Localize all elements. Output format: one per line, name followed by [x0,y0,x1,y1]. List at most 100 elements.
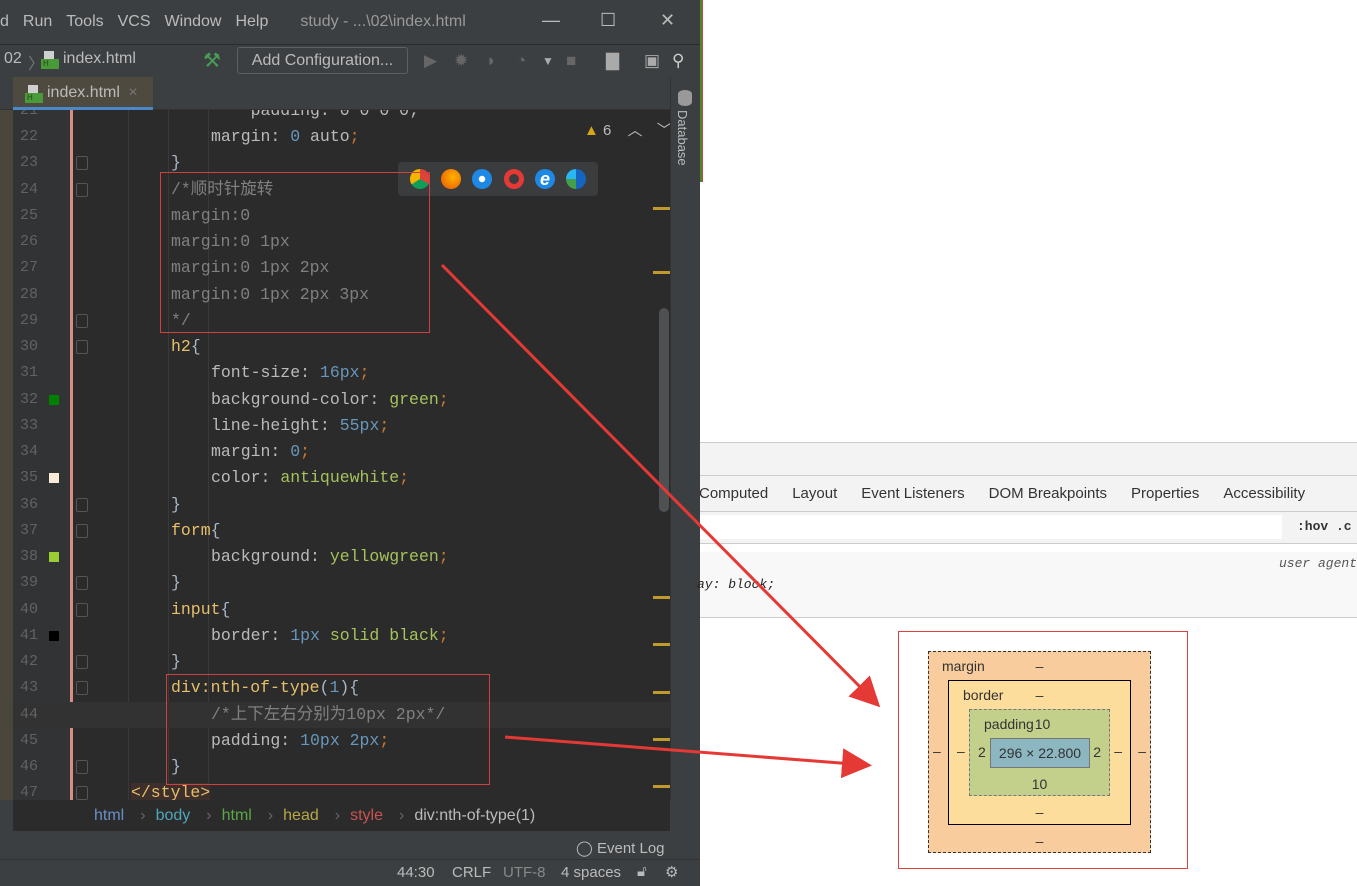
code-line[interactable]: 41 border: 1px solid black; [13,623,670,649]
menu-run[interactable]: Run [23,13,52,31]
event-log-button[interactable]: ◯ Event Log [576,839,665,857]
file-encoding[interactable]: UTF-8 [503,864,546,881]
code-line[interactable]: 36} [13,492,670,518]
code-line[interactable]: 37 form{ [13,518,670,544]
menu-item[interactable]: d [0,13,9,31]
code-line[interactable]: 31 font-size: 16px; [13,360,670,386]
padding-top[interactable]: 10 [970,716,1109,732]
border-top[interactable]: – [949,687,1130,703]
border-right[interactable]: – [1114,743,1122,759]
line-separator[interactable]: CRLF [452,864,491,881]
lock-icon[interactable]: 🔓︎ [637,863,647,880]
breadcrumb-item[interactable]: html [222,807,252,824]
profile-icon[interactable]: ◔ [516,51,526,71]
editor-scrollbar[interactable] [659,308,669,512]
breadcrumb-file[interactable]: index.html [63,50,136,68]
minimize-icon[interactable]: — [542,10,560,31]
fold-icon[interactable] [76,523,88,538]
devtools-tab[interactable]: DOM Breakpoints [989,485,1107,502]
fold-icon[interactable] [76,340,88,355]
warning-marker[interactable] [653,691,670,694]
stop-icon[interactable]: ■ [566,51,576,71]
devtools-tab[interactable]: Layout [792,485,837,502]
code-line[interactable]: 22 margin: 0 auto; [13,124,670,150]
code-line[interactable]: 30 h2{ [13,334,670,360]
devtools-tab[interactable]: Computed [699,485,768,502]
breadcrumb-item[interactable]: body [156,807,191,824]
warning-marker[interactable] [653,785,670,788]
chevron-up-icon[interactable]: ︿ [628,122,643,139]
menu-help[interactable]: Help [235,13,268,31]
fold-icon[interactable] [76,760,88,774]
breadcrumb-item[interactable]: head [283,807,319,824]
firefox-icon[interactable] [440,169,461,189]
add-configuration-button[interactable]: Add Configuration... [237,47,408,74]
padding-bottom[interactable]: 10 [970,776,1109,792]
fold-icon[interactable] [76,182,88,197]
fold-icon[interactable] [76,681,88,696]
code-line[interactable]: 21 padding: 0 0 0 0; [13,110,670,124]
breadcrumb-folder[interactable]: 02 [4,50,22,68]
margin-bottom[interactable]: – [929,833,1150,849]
inspection-widget[interactable]: ▲ 6 ︿ ﹀ [584,119,672,140]
ie-icon[interactable]: e [534,169,555,189]
warning-marker[interactable] [653,738,670,741]
edge-icon[interactable] [566,169,587,189]
color-swatch-icon[interactable] [49,394,59,405]
code-line[interactable]: 35 color: antiquewhite; [13,465,670,491]
margin-left[interactable]: – [933,743,941,759]
code-line[interactable]: 42} [13,649,670,675]
hov-button[interactable]: :hov .c [1297,519,1352,534]
devtools-tab[interactable]: Properties [1131,485,1199,502]
caret-position[interactable]: 44:30 [397,864,435,881]
fold-icon[interactable] [76,156,88,171]
margin-right[interactable]: – [1138,743,1146,759]
devtools-tab[interactable]: Event Listeners [861,485,964,502]
menu-window[interactable]: Window [165,13,222,31]
warning-marker[interactable] [653,271,670,274]
breadcrumb-item[interactable]: div:nth-of-type(1) [414,807,535,824]
padding-right[interactable]: 2 [1093,744,1101,760]
inspector-settings-icon[interactable]: ⚙ [665,863,678,881]
warning-marker[interactable] [653,643,670,646]
close-tab-icon[interactable]: × [128,84,137,101]
color-swatch-icon[interactable] [49,630,59,641]
border-left[interactable]: – [957,743,965,759]
maximize-icon[interactable]: ☐ [600,10,616,31]
opera-icon[interactable] [503,169,524,189]
fold-icon[interactable] [76,497,88,512]
fold-icon[interactable] [76,602,88,617]
fold-icon[interactable] [76,655,88,670]
rule-source[interactable]: user agent [1279,556,1357,571]
fold-icon[interactable] [76,786,88,800]
run-icon[interactable]: ▶ [424,51,437,71]
coverage-icon[interactable]: ◗ [486,51,496,71]
code-line[interactable]: 39} [13,570,670,596]
content-box[interactable]: 296 × 22.800 [990,738,1090,768]
code-line[interactable]: 32 background-color: green; [13,387,670,413]
project-structure-icon[interactable]: ▇ [606,51,619,71]
border-bottom[interactable]: – [949,804,1130,820]
indent-setting[interactable]: 4 spaces [561,864,621,881]
breadcrumb-item[interactable]: html [94,807,124,824]
devtools-tab[interactable]: Accessibility [1223,485,1305,502]
safari-icon[interactable] [472,169,493,189]
code-line[interactable]: 33 line-height: 55px; [13,413,670,439]
terminal-icon[interactable]: ▣ [644,51,660,71]
color-swatch-icon[interactable] [49,473,59,484]
build-hammer-icon[interactable]: ⚒ [203,48,221,73]
padding-left[interactable]: 2 [978,744,986,760]
code-line[interactable]: 38 background: yellowgreen; [13,544,670,570]
breadcrumb-item[interactable]: style [350,807,383,824]
debug-icon[interactable]: ✹ [454,51,468,71]
filter-input[interactable] [700,515,1282,539]
close-icon[interactable]: ✕ [660,10,675,31]
code-line[interactable]: 40 input{ [13,597,670,623]
database-tool-button[interactable]: Database [675,110,690,166]
margin-top[interactable]: – [929,658,1150,674]
fold-icon[interactable] [76,313,88,328]
warning-marker[interactable] [653,207,670,210]
chevron-down-icon[interactable]: ▼ [542,54,554,68]
code-line[interactable]: 34 margin: 0; [13,439,670,465]
color-swatch-icon[interactable] [49,552,59,563]
